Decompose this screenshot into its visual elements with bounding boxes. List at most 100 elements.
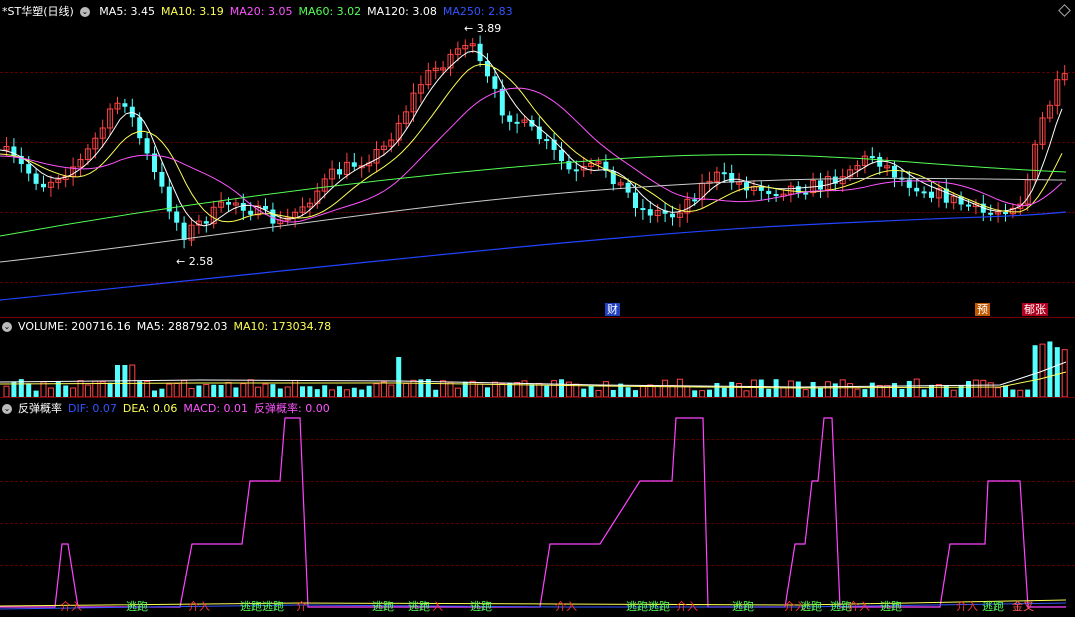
- trade-signal-label: 介: [296, 600, 307, 613]
- candle-body: [640, 208, 646, 211]
- volume-bar: [262, 383, 269, 397]
- volume-bar: [300, 386, 305, 397]
- volume-bar: [433, 389, 439, 397]
- candle-body: [929, 191, 934, 198]
- volume-bar: [854, 388, 861, 397]
- collapse-icon[interactable]: ⌄: [2, 322, 12, 332]
- volume-bar: [388, 384, 395, 397]
- volume-legend-item: VOLUME: 200716.16: [18, 320, 131, 333]
- volume-bar: [929, 384, 934, 397]
- volume-bar: [380, 381, 387, 397]
- trade-signal-label: 逃跑: [800, 600, 822, 613]
- high-price-label: 3.89: [476, 22, 502, 35]
- candle-body: [337, 169, 342, 175]
- price-legend: *ST华塑(日线) ⌄ MA5: 3.45 MA10: 3.19 MA20: 3.05…: [2, 3, 525, 19]
- candle-body: [744, 182, 749, 191]
- volume-bar: [211, 384, 217, 397]
- stock-title: *ST华塑(日线): [2, 5, 74, 18]
- volume-bar: [277, 388, 283, 397]
- volume-bar: [84, 384, 91, 397]
- volume-bar: [366, 385, 372, 397]
- volume-bar: [595, 389, 602, 397]
- volume-bar: [847, 383, 854, 397]
- volume-bar: [707, 389, 712, 397]
- volume-bar: [913, 378, 920, 397]
- candle-body: [240, 203, 246, 211]
- volume-bar: [240, 383, 247, 397]
- candle-body: [41, 183, 46, 188]
- price-chart-pane[interactable]: *ST华塑(日线) ⌄ MA5: 3.45 MA10: 3.19 MA20: 3.05…: [0, 0, 1075, 317]
- trade-signal-label: 介入: [188, 600, 210, 613]
- volume-bar: [359, 389, 365, 397]
- volume-bar: [337, 386, 342, 397]
- volume-bar: [373, 383, 380, 397]
- volume-bar: [63, 385, 69, 397]
- candlestick-chart[interactable]: [0, 0, 1075, 317]
- volume-bar: [196, 385, 202, 397]
- volume-bar: [766, 388, 772, 397]
- candle-body: [892, 165, 897, 178]
- collapse-icon[interactable]: ⌄: [79, 7, 90, 17]
- volume-bar: [824, 381, 831, 397]
- volume-bar: [899, 388, 905, 397]
- volume-bar: [1061, 349, 1068, 397]
- trade-signal-label: 逃跑: [732, 600, 754, 613]
- price-legend-item: MA250: 2.83: [442, 5, 513, 18]
- volume-bar: [950, 389, 957, 397]
- event-badge[interactable]: 预: [975, 303, 990, 316]
- candle-body: [144, 138, 150, 154]
- volume-bar: [639, 385, 646, 397]
- volume-bar: [610, 389, 616, 397]
- collapse-icon[interactable]: ⌄: [2, 404, 12, 414]
- volume-bar: [750, 379, 757, 397]
- price-legend-item: MA120: 3.08: [367, 5, 437, 18]
- rebound-probability-path: [0, 417, 1066, 608]
- candle-body: [1003, 212, 1008, 215]
- volume-bar: [1032, 345, 1038, 397]
- trade-signal-label: 逃跑: [372, 600, 394, 613]
- candle-body: [692, 199, 698, 202]
- volume-bar: [1025, 389, 1031, 397]
- event-badge[interactable]: 郁张: [1022, 303, 1048, 316]
- volume-chart-pane[interactable]: ⌄ VOLUME: 200716.16 MA5: 288792.03 MA10: 17…: [0, 317, 1075, 397]
- volume-bar: [284, 386, 291, 397]
- volume-bar: [47, 387, 54, 397]
- trade-signal-label: 逃跑: [408, 600, 430, 613]
- volume-bar: [721, 387, 727, 397]
- volume-bar: [551, 380, 558, 397]
- candle-body: [633, 192, 638, 209]
- trade-signal-label: 介入: [60, 600, 82, 613]
- low-price-marker: ← 2.58: [176, 255, 214, 268]
- volume-bar: [544, 385, 550, 397]
- volume-bar: [454, 387, 461, 397]
- candle-body: [869, 156, 875, 159]
- volume-bar: [654, 385, 661, 397]
- candle-body: [988, 212, 994, 215]
- rebound-probability-line[interactable]: [0, 397, 1075, 617]
- ma250-line: [0, 211, 1067, 301]
- price-legend-item: MA10: 3.19: [161, 5, 224, 18]
- volume-bar: [676, 378, 683, 397]
- volume-bar: [203, 384, 210, 397]
- candle-body: [33, 173, 39, 184]
- volume-bar: [839, 379, 846, 397]
- candle-body: [26, 164, 32, 174]
- trade-signal-label: 介入: [676, 600, 698, 613]
- event-badge[interactable]: 财: [605, 303, 620, 316]
- volume-bar: [729, 381, 735, 397]
- price-legend-item: MA5: 3.45: [99, 5, 156, 18]
- indicator-legend-item: DIF: 0.07: [68, 402, 117, 415]
- rebound-probability-pane[interactable]: ⌄ 反弹概率 DIF: 0.07 DEA: 0.06 MACD: 0.01 反弹概率: 0…: [0, 397, 1075, 617]
- volume-bar: [343, 389, 350, 397]
- candle-body: [544, 139, 550, 142]
- candle-body: [137, 117, 143, 139]
- volume-bar: [588, 385, 594, 397]
- candle-body: [181, 222, 187, 241]
- trade-signal-label: 逃跑: [880, 600, 902, 613]
- trade-signal-label: 逃跑逃跑: [626, 600, 670, 613]
- volume-bar: [972, 379, 979, 397]
- volume-bar: [270, 384, 276, 397]
- volume-bar: [966, 381, 971, 397]
- price-legend-item: MA20: 3.05: [229, 5, 293, 18]
- volume-bar: [499, 383, 506, 397]
